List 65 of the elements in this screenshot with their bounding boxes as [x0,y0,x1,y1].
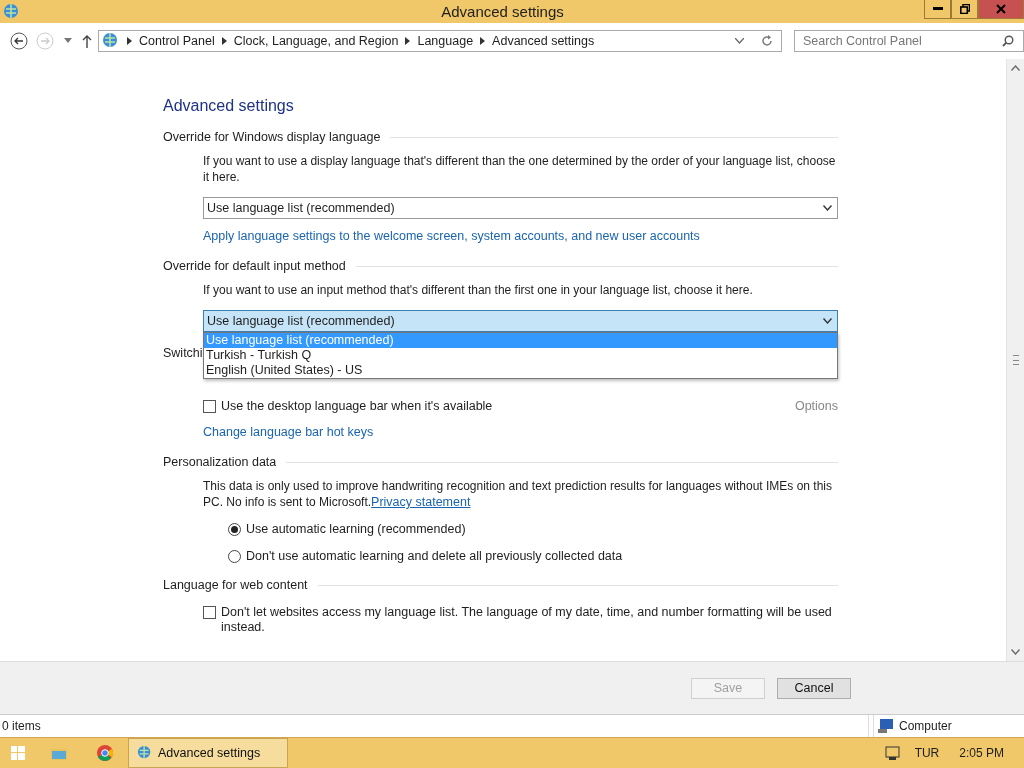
windows-logo-icon [11,746,25,760]
globe-icon [137,745,153,761]
globe-icon [3,2,21,21]
radio-label[interactable]: Don't use automatic learning and delete all previously collected data [246,549,623,564]
radio-label[interactable]: Use automatic learning (recommended) [246,522,466,537]
breadcrumb[interactable]: Advanced settings [492,33,595,48]
back-button[interactable] [8,29,30,52]
checkbox[interactable] [203,606,216,619]
chevron-icon [480,36,486,45]
forward-icon [36,31,54,50]
address-bar[interactable]: Control Panel Clock, Language, and Region Language Advanced settings [98,29,782,52]
dropdown[interactable]: Use language list (recommended) [203,310,838,332]
close-icon [996,4,1006,14]
dialog-button[interactable]: Cancel [777,677,851,699]
restore-icon [959,4,970,14]
caret-icon [64,38,72,43]
description-text: If you want to use an input method that's different than the first one in your language list, choose it here. [203,282,754,298]
dropdown-option[interactable]: English (United States) - US [204,363,837,378]
settings-link[interactable]: Change language bar hot keys [203,425,374,439]
checkbox-label[interactable]: Don't let websites access my language list. The language of my date, time, and number formatting will be used instead. [221,605,838,635]
back-icon [10,31,28,50]
minimize-button[interactable] [924,0,951,19]
close-button[interactable] [978,0,1024,19]
checkbox[interactable] [203,400,216,413]
input-language-indicator[interactable]: TUR [914,746,940,760]
search-field[interactable]: Search Control Panel [794,29,1024,52]
scroll-up-icon [1011,65,1020,71]
section-heading: Override for Windows display language [163,130,381,144]
chevron-icon [221,36,227,45]
taskbar-window-button[interactable]: Advanced settings [128,738,288,768]
chevron-icon [405,36,411,45]
search-icon [1002,34,1014,47]
caret-icon [823,318,832,324]
location-label: Computer [899,719,952,733]
section-heading: Override for default input method [163,259,346,273]
scrollbar[interactable] [1006,59,1024,661]
up-arrow-icon [82,33,92,48]
restore-button[interactable] [951,0,978,19]
browser-icon [97,745,113,761]
breadcrumb[interactable]: Clock, Language, and Region [233,33,399,48]
refresh-icon[interactable] [761,34,773,47]
scroll-down-icon [1011,649,1020,655]
caret-icon [823,205,832,211]
section-heading: Switchi [163,346,203,360]
description-text: If you want to use a display language that's different than the one determined by the order of your language list, choose it here. [203,153,837,185]
checkbox-label[interactable]: Use the desktop language bar when it's available [221,399,493,414]
page-title: Advanced settings [163,97,295,115]
options-link[interactable]: Options [794,399,838,414]
breadcrumb[interactable]: Language [417,33,474,48]
settings-link[interactable]: Apply language settings to the welcome screen, system accounts, and new user accounts [203,229,700,243]
breadcrumb[interactable]: Control Panel [139,33,215,48]
folder-icon [51,746,67,760]
clock[interactable]: 2:05 PM [959,746,1004,760]
privacy-link[interactable]: Privacy statement [371,495,471,509]
chevron-icon [127,36,132,45]
section-heading: Language for web content [163,578,308,592]
dropdown[interactable]: Use language list (recommended) [203,197,838,219]
item-count: 0 items [2,719,41,733]
section-heading: Personalization data [163,455,277,469]
dropdown-option[interactable]: Turkish - Turkish Q [204,348,837,363]
computer-icon [878,719,894,733]
globe-icon [102,31,120,50]
window-title: Advanced settings [440,3,565,20]
description-text: This data is only used to improve handwriting recognition and text prediction results for languages without IMEs on this PC. No info is sent to Microsoft.Privacy statement [203,478,833,510]
minimize-icon [932,7,943,11]
